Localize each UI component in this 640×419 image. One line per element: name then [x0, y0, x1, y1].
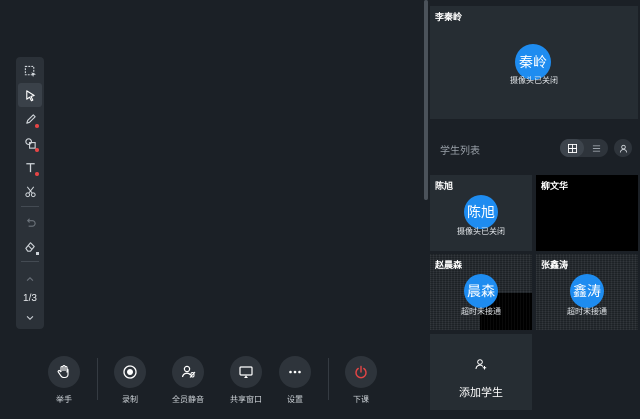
color-dot-icon	[35, 148, 39, 152]
user-options-button[interactable]	[614, 139, 632, 157]
hand-icon	[57, 364, 69, 379]
record-icon	[123, 365, 137, 379]
page-navigator: 1/3	[20, 269, 40, 328]
cursor-icon	[25, 89, 35, 101]
view-mode-toggle	[560, 139, 608, 157]
student-camera-status: 摄像头已关闭	[457, 227, 505, 236]
page-indicator: 1/3	[23, 293, 37, 304]
select-area-tool[interactable]	[18, 59, 42, 83]
raise-hand-label: 举手	[56, 395, 72, 404]
student-avatar: 鑫涛	[570, 274, 604, 308]
student-list-header: 学生列表	[430, 134, 638, 162]
teacher-camera-status: 摄像头已关闭	[510, 76, 558, 85]
raise-hand-button[interactable]: 举手	[44, 356, 84, 405]
list-icon	[592, 144, 600, 152]
action-divider	[328, 358, 329, 400]
end-class-label: 下课	[353, 395, 369, 404]
student-connection-status: 超时未接通	[461, 307, 501, 316]
eraser-icon	[24, 241, 35, 252]
list-view-button[interactable]	[584, 139, 608, 157]
share-window-label: 共享窗口	[230, 395, 262, 404]
student-video-tile[interactable]: 柳文华	[536, 175, 638, 251]
student-name: 赵晨森	[435, 260, 463, 270]
cut-tool[interactable]	[18, 179, 42, 203]
select-area-icon	[24, 65, 36, 77]
shapes-icon	[24, 137, 36, 149]
record-button[interactable]: 录制	[110, 356, 150, 405]
power-icon	[355, 365, 367, 379]
screen-share-icon	[239, 366, 253, 378]
text-icon	[25, 162, 35, 172]
mute-users-icon	[181, 365, 196, 378]
student-video-tile[interactable]: 陈旭 陈旭 摄像头已关闭	[430, 175, 532, 251]
student-name: 张鑫涛	[541, 260, 569, 270]
teacher-name: 李秦岭	[435, 12, 463, 22]
record-label: 录制	[122, 395, 138, 404]
text-tool[interactable]	[18, 155, 42, 179]
end-class-button[interactable]: 下课	[341, 356, 381, 405]
pen-icon	[25, 113, 36, 124]
student-video-tile[interactable]: 张鑫涛 鑫涛 超时未接通	[536, 254, 638, 330]
share-window-button[interactable]: 共享窗口	[226, 356, 266, 405]
student-video-tile[interactable]: 赵晨森 晨森 超时未接通	[430, 254, 532, 330]
color-dot-icon	[35, 172, 39, 176]
whiteboard-scrollbar[interactable]	[424, 0, 428, 200]
undo-icon	[26, 217, 36, 227]
student-list-title: 学生列表	[440, 146, 480, 157]
settings-label: 设置	[287, 395, 303, 404]
eraser-tool[interactable]	[18, 234, 42, 258]
toolbar-divider	[21, 261, 39, 262]
user-icon	[619, 144, 627, 153]
submenu-corner-icon	[36, 252, 39, 255]
settings-button[interactable]: 设置	[275, 356, 315, 405]
drawing-toolbar: 1/3	[16, 57, 44, 329]
pointer-tool[interactable]	[18, 83, 42, 107]
toolbar-divider	[21, 206, 39, 207]
student-name: 陈旭	[435, 181, 454, 191]
previous-page-button[interactable]	[20, 269, 40, 289]
scissors-icon	[24, 186, 36, 197]
next-page-button[interactable]	[20, 308, 40, 328]
mute-all-label: 全员静音	[172, 395, 204, 404]
grid-icon	[567, 143, 577, 153]
action-divider	[97, 358, 98, 400]
student-connection-status: 超时未接通	[567, 307, 607, 316]
student-name: 柳文华	[541, 181, 569, 191]
color-dot-icon	[35, 124, 39, 128]
participants-panel: 李秦岭 秦岭 摄像头已关闭 学生列表 陈旭 陈旭 摄像头已关闭 柳文华 赵晨森 …	[430, 0, 640, 419]
pen-tool[interactable]	[18, 107, 42, 131]
student-avatar: 晨森	[464, 274, 498, 308]
undo-tool[interactable]	[18, 210, 42, 234]
classroom-action-bar: 举手 录制 全员静音 共享窗口 设置 下课	[0, 356, 424, 419]
add-student-button[interactable]: 添加学生	[430, 334, 532, 410]
grid-view-button[interactable]	[560, 139, 584, 157]
teacher-video-tile[interactable]: 李秦岭 秦岭 摄像头已关闭	[430, 6, 638, 119]
chevron-up-icon	[26, 276, 34, 282]
chevron-down-icon	[26, 315, 34, 321]
more-icon	[289, 370, 301, 374]
add-student-label: 添加学生	[459, 387, 503, 399]
mute-all-button[interactable]: 全员静音	[168, 356, 208, 405]
shapes-tool[interactable]	[18, 131, 42, 155]
add-user-icon	[475, 359, 487, 370]
student-avatar: 陈旭	[464, 195, 498, 229]
